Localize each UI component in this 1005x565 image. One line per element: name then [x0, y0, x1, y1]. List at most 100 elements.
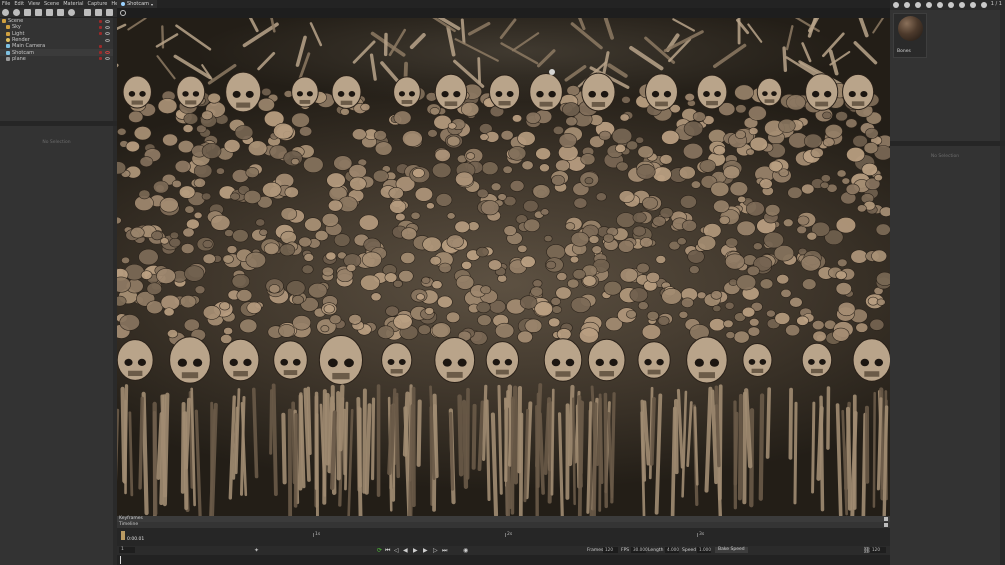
material-properties-scrollbar[interactable] — [1000, 146, 1005, 565]
sky-icon[interactable] — [68, 9, 75, 16]
visibility-eye-icon[interactable] — [105, 51, 110, 55]
camera-settings-icon[interactable] — [120, 10, 126, 16]
timeline-ruler[interactable]: 0:00.01 1s 2s 3s — [117, 528, 890, 546]
library-scrollbar[interactable] — [1000, 10, 1005, 141]
tree-item-label: Render — [12, 37, 30, 44]
delete-icon[interactable] — [948, 2, 954, 8]
bone-texture — [117, 9, 890, 516]
material-properties-panel: No Selection — [890, 146, 1000, 565]
render-preview-icon[interactable] — [981, 2, 987, 8]
duplicate-icon[interactable] — [46, 9, 53, 16]
visibility-eye-icon[interactable] — [105, 19, 110, 23]
copy-material-icon[interactable] — [904, 2, 910, 8]
visibility-eye-icon[interactable] — [105, 25, 110, 29]
ruler-tick-label: 2s — [507, 532, 513, 537]
scrubber-position[interactable] — [120, 556, 121, 564]
fps-label: FPS — [621, 548, 630, 553]
folder-icon[interactable] — [937, 2, 943, 8]
library-icon[interactable] — [970, 2, 976, 8]
delete-icon[interactable] — [106, 9, 113, 16]
keyframes-label: Keyframes — [119, 516, 143, 521]
add-camera-icon[interactable] — [24, 9, 31, 16]
play-icon[interactable]: ▶ — [413, 546, 418, 555]
ruler-tick — [505, 533, 506, 537]
tree-item-label: Shotcam — [12, 49, 35, 56]
render-icon — [6, 38, 10, 43]
visibility-eye-icon[interactable] — [105, 57, 110, 61]
lock-icon[interactable] — [99, 25, 102, 29]
bake-speed-button[interactable]: Bake Speed — [715, 547, 748, 553]
skip-to-start-icon[interactable]: ⏮ — [385, 546, 390, 555]
lock-icon[interactable] — [99, 44, 102, 48]
menu-material[interactable]: Material — [63, 1, 83, 7]
start-frame-field[interactable]: 1 — [119, 547, 135, 553]
end-frame-field[interactable]: 120 — [870, 547, 886, 553]
record-icon[interactable]: ◉ — [463, 546, 468, 555]
tree-item-label: Scene — [8, 18, 24, 25]
chevron-down-icon[interactable]: ▾ — [151, 2, 153, 7]
speed-field[interactable]: 1.000 — [697, 547, 711, 553]
library-toolbar: 1 / 1 — [890, 0, 1005, 10]
playback-controls: 1 ✦ ⟳ ⏮ ◁ ◀ ▶ ▶ ▷ ⏭ ◉ Frames 120 FPS 30.… — [117, 546, 890, 555]
group-icon[interactable] — [57, 9, 64, 16]
length-field[interactable]: 4.000 — [665, 547, 679, 553]
lock-icon[interactable] — [99, 32, 102, 36]
fps-field[interactable]: 30.000 — [631, 547, 648, 553]
timeline-scrubber[interactable] — [117, 555, 890, 565]
camera-icon — [6, 50, 10, 55]
visibility-eye-icon[interactable] — [105, 32, 110, 36]
lock-icon[interactable] — [99, 19, 102, 23]
collapse-icon[interactable] — [884, 523, 888, 527]
step-forward-icon[interactable]: ▶ — [423, 546, 428, 555]
visibility-eye-icon[interactable] — [105, 38, 110, 42]
menu-capture[interactable]: Capture — [88, 1, 108, 7]
prev-keyframe-icon[interactable]: ◁ — [394, 546, 399, 555]
viewport-tab[interactable]: Shotcam ▾ — [117, 0, 158, 8]
lock-icon[interactable] — [99, 57, 102, 61]
material-library: Bones — [890, 10, 1000, 141]
viewport-tab-label: Shotcam — [127, 1, 150, 7]
add-light-icon[interactable] — [13, 9, 20, 16]
add-object-icon[interactable] — [2, 9, 9, 16]
menu-view[interactable]: View — [28, 1, 40, 7]
ruler-tick — [313, 533, 314, 537]
viewport-toolbar — [117, 8, 890, 18]
frames-field[interactable]: 120 — [603, 547, 618, 553]
bone-wall-render — [117, 9, 890, 516]
menu-scene[interactable]: Scene — [44, 1, 59, 7]
folder-icon — [6, 25, 10, 30]
ruler-tick — [697, 533, 698, 537]
tree-item-plane[interactable]: plane — [0, 56, 113, 62]
menu-bar: File Edit View Scene Material Capture He… — [0, 0, 123, 8]
layers-icon[interactable] — [95, 9, 102, 16]
tree-item-label: Light — [12, 30, 25, 37]
import-icon[interactable] — [35, 9, 42, 16]
material-sphere — [898, 16, 923, 41]
preview-icon[interactable] — [959, 2, 965, 8]
viewport-tab-bar: Shotcam ▾ — [117, 0, 890, 8]
ruler-tick-label: 3s — [699, 532, 705, 537]
material-settings-icon[interactable] — [915, 2, 921, 8]
speed-label: Speed — [682, 548, 697, 553]
expand-icon[interactable] — [884, 517, 888, 521]
tree-item-label: Sky — [12, 24, 21, 31]
playhead[interactable] — [121, 531, 125, 540]
mesh-icon — [6, 56, 10, 61]
new-material-icon[interactable] — [893, 2, 899, 8]
skip-to-end-icon[interactable]: ⏭ — [442, 546, 447, 555]
frames-label: Frames — [587, 548, 604, 553]
folder-icon — [6, 31, 10, 36]
next-keyframe-icon[interactable]: ▷ — [433, 546, 438, 555]
material-thumbnail[interactable]: Bones — [893, 13, 927, 58]
step-back-icon[interactable]: ◀ — [403, 546, 408, 555]
menu-edit[interactable]: Edit — [14, 1, 24, 7]
loop-icon[interactable]: ⟳ — [377, 546, 382, 555]
menu-file[interactable]: File — [2, 1, 10, 7]
add-keyframe-icon[interactable]: ✦ — [254, 547, 259, 554]
current-time: 0:00.01 — [127, 537, 145, 542]
folder-icon[interactable] — [84, 9, 91, 16]
pick-material-icon[interactable] — [926, 2, 932, 8]
material-name: Bones — [897, 49, 911, 54]
viewport-render[interactable] — [117, 0, 890, 516]
lock-icon[interactable] — [99, 51, 102, 55]
